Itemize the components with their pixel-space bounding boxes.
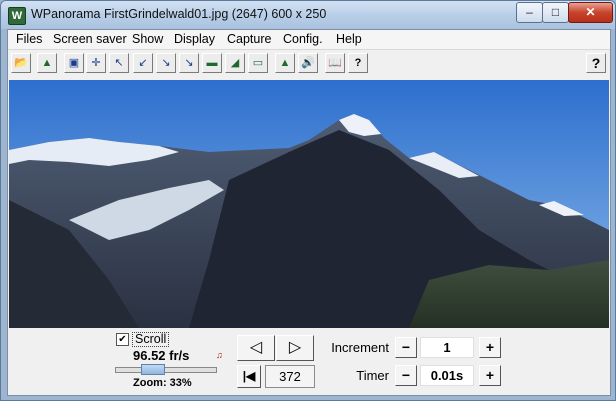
increment-label: Increment bbox=[331, 340, 389, 355]
scroll-controls: ✔ Scroll 96.52 fr/s ♫ Zoom: 33% ◁ ▷ |◀ 3… bbox=[8, 329, 610, 395]
book-button[interactable]: 📖 bbox=[325, 53, 345, 73]
menu-files[interactable]: Files bbox=[16, 32, 42, 46]
menu-capture[interactable]: Capture bbox=[227, 32, 271, 46]
arrow-down-right-icon: ↘ bbox=[184, 57, 194, 69]
menu-show[interactable]: Show bbox=[132, 32, 163, 46]
menu-display[interactable]: Display bbox=[174, 32, 215, 46]
menu-help[interactable]: Help bbox=[336, 32, 362, 46]
help-button[interactable]: ? bbox=[586, 53, 606, 73]
help-topic-button[interactable]: ? bbox=[348, 53, 368, 73]
window-title: WPanorama FirstGrindelwald01.jpg (2647) … bbox=[31, 7, 327, 21]
close-button[interactable]: ✕ bbox=[568, 2, 613, 23]
open-button[interactable]: 📂 bbox=[11, 53, 31, 73]
scroll-right-button[interactable]: ▷ bbox=[276, 335, 314, 361]
zoom-slider-thumb[interactable] bbox=[140, 364, 165, 375]
zoom-label: Zoom: 33% bbox=[133, 377, 192, 389]
move-icon: ✛ bbox=[91, 57, 101, 69]
menu-config[interactable]: Config. bbox=[283, 32, 323, 46]
timer-value[interactable]: 0.01s bbox=[420, 365, 474, 386]
toolbar: 📂 ▲ ▣ ✛ ↖ ↙ ↘ ↘ ▬ ◢ ▭ ▲ 🔊 📖 ? ? bbox=[8, 50, 610, 78]
increment-minus-button[interactable]: − bbox=[395, 337, 417, 358]
image-button[interactable]: ▲ bbox=[37, 53, 57, 73]
maximize-button[interactable]: □ bbox=[542, 2, 569, 23]
scroll-left-button[interactable]: ◁ bbox=[237, 335, 275, 361]
help-topic-icon: ? bbox=[354, 57, 362, 69]
mountain-panorama-picture bbox=[9, 80, 609, 328]
image-icon: ▲ bbox=[41, 57, 53, 69]
panorama-view-button[interactable]: ▬ bbox=[202, 53, 222, 73]
arrow-in-icon: ↘ bbox=[161, 57, 171, 69]
zoom-slider-track[interactable] bbox=[115, 367, 217, 373]
book-icon: 📖 bbox=[328, 57, 342, 69]
open-icon: 📂 bbox=[14, 57, 28, 69]
app-icon[interactable]: W bbox=[8, 7, 26, 25]
sound-icon: 🔊 bbox=[301, 57, 315, 69]
scroll-label[interactable]: Scroll bbox=[132, 332, 170, 347]
mountain-icon: ▲ bbox=[279, 57, 291, 69]
go-first-button[interactable]: |◀ bbox=[237, 365, 261, 388]
increment-plus-button[interactable]: + bbox=[479, 337, 501, 358]
move-button[interactable]: ✛ bbox=[86, 53, 106, 73]
sound-button[interactable]: 🔊 bbox=[298, 53, 318, 73]
panorama-image[interactable] bbox=[9, 80, 609, 328]
position-field[interactable]: 372 bbox=[265, 365, 315, 388]
timer-label: Timer bbox=[356, 368, 389, 383]
title-bar[interactable]: W WPanorama FirstGrindelwald01.jpg (2647… bbox=[1, 1, 615, 29]
arrow-in-button[interactable]: ↘ bbox=[156, 53, 176, 73]
scroll-checkbox[interactable]: ✔ bbox=[116, 333, 129, 346]
arrow-down-left-icon: ↙ bbox=[138, 57, 148, 69]
strip-button[interactable]: ▭ bbox=[248, 53, 268, 73]
frame-rate: 96.52 fr/s bbox=[133, 348, 190, 363]
menu-bar: Files Screen saver Show Display Capture … bbox=[8, 30, 610, 50]
fit-button[interactable]: ▣ bbox=[64, 53, 84, 73]
minimize-button[interactable]: – bbox=[516, 2, 543, 23]
timer-minus-button[interactable]: − bbox=[395, 365, 417, 386]
strip-icon: ▭ bbox=[252, 57, 264, 69]
arrow-up-left-button[interactable]: ↖ bbox=[109, 53, 129, 73]
fit-icon: ▣ bbox=[68, 57, 80, 69]
increment-value[interactable]: 1 bbox=[420, 337, 474, 358]
landscape-button[interactable]: ◢ bbox=[225, 53, 245, 73]
landscape-icon: ◢ bbox=[230, 57, 240, 69]
panorama-view-icon: ▬ bbox=[206, 57, 218, 69]
client-area: Files Screen saver Show Display Capture … bbox=[7, 29, 611, 396]
mountain-button[interactable]: ▲ bbox=[275, 53, 295, 73]
menu-screen-saver[interactable]: Screen saver bbox=[53, 32, 127, 46]
arrow-down-right-button[interactable]: ↘ bbox=[179, 53, 199, 73]
arrow-up-left-icon: ↖ bbox=[114, 57, 124, 69]
arrow-down-left-button[interactable]: ↙ bbox=[133, 53, 153, 73]
speed-icon[interactable]: ♫ bbox=[216, 351, 224, 360]
timer-plus-button[interactable]: + bbox=[479, 365, 501, 386]
app-window: W WPanorama FirstGrindelwald01.jpg (2647… bbox=[0, 0, 616, 401]
